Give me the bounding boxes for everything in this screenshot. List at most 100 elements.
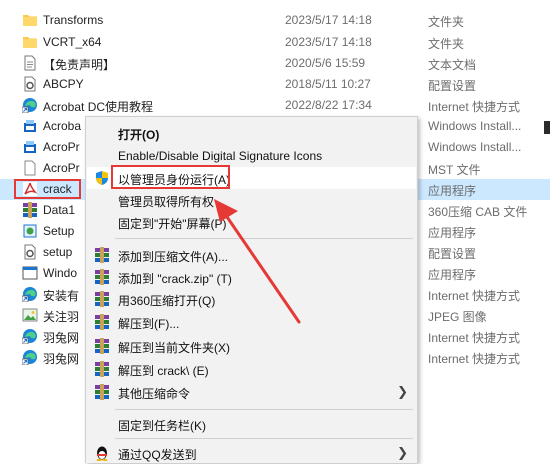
file-type: 360压缩 CAB 文件: [428, 205, 528, 219]
menu-pin-start-label: 固定到"开始"屏幕(P): [118, 217, 227, 231]
chevron-right-icon: ❯: [397, 445, 408, 460]
menu-extract-to[interactable]: 解压到(F)...: [87, 311, 416, 333]
file-row[interactable]: Acrobat DC使用教程 2022/8/22 17:34 Internet 快捷…: [0, 95, 550, 116]
menu-send-qq-label: 通过QQ发送到: [118, 448, 197, 462]
scrollbar-thumb[interactable]: [544, 121, 550, 134]
qq-penguin-icon: [94, 445, 110, 461]
menu-open-360-label: 用360压缩打开(Q): [118, 294, 216, 308]
file-row[interactable]: Transforms 2023/5/17 14:18 文件夹: [0, 10, 550, 31]
menu-signature-label: Enable/Disable Digital Signature Icons: [118, 149, 323, 163]
file-name: 关注羽: [43, 310, 80, 324]
winrar-icon: [94, 384, 110, 400]
menu-pin-start[interactable]: 固定到"开始"屏幕(P): [87, 211, 416, 233]
file-row[interactable]: ABCPY 2018/5/11 10:27 配置设置: [0, 74, 550, 95]
file-name: 羽兔网: [43, 352, 80, 366]
winrar-icon: [94, 338, 110, 354]
chevron-right-icon: ❯: [397, 384, 408, 399]
file-type: 应用程序: [428, 184, 477, 198]
file-name: Transforms: [43, 13, 104, 27]
file-type: 文件夹: [428, 15, 465, 29]
file-name: Setup: [43, 224, 75, 238]
blank-file-icon: [22, 160, 38, 176]
file-row[interactable]: VCRT_x64 2023/5/17 14:18 文件夹: [0, 32, 550, 53]
menu-digital-signature[interactable]: Enable/Disable Digital Signature Icons: [87, 145, 416, 167]
file-name: Data1: [43, 203, 76, 217]
run-as-admin-highlight: [111, 165, 230, 189]
setup-icon: [22, 223, 38, 239]
winrar-icon: [94, 314, 110, 330]
file-type: Internet 快捷方式: [428, 331, 521, 345]
file-type: 配置设置: [428, 247, 477, 261]
windows-app-icon: [22, 265, 38, 281]
file-name: 【免责声明】: [43, 58, 116, 72]
file-date: 2023/5/17 14:18: [285, 35, 372, 49]
edge-shortcut-icon: [21, 97, 38, 114]
menu-add-archive-label: 添加到压缩文件(A)...: [118, 250, 228, 264]
file-date: 2020/5/6 15:59: [285, 56, 366, 70]
menu-open-360[interactable]: 用360压缩打开(Q): [87, 288, 416, 310]
file-name: VCRT_x64: [43, 35, 102, 49]
file-type: 配置设置: [428, 79, 477, 93]
menu-add-archive[interactable]: 添加到压缩文件(A)...: [87, 244, 416, 266]
menu-other-compress-label: 其他压缩命令: [118, 387, 191, 401]
menu-separator: [115, 438, 413, 439]
file-name: Acroba: [43, 119, 82, 133]
menu-separator: [115, 238, 413, 239]
file-type: 文本文档: [428, 58, 477, 72]
edge-shortcut-icon: [21, 328, 38, 345]
menu-take-ownership[interactable]: 管理员取得所有权: [87, 189, 416, 211]
file-name: AcroPr: [43, 161, 80, 175]
winrar-icon: [94, 269, 110, 285]
file-type: Internet 快捷方式: [428, 352, 521, 366]
file-type: Windows Install...: [428, 119, 522, 133]
winrar-icon: [94, 291, 110, 307]
crack-selection-highlight: [14, 179, 81, 199]
file-type: Windows Install...: [428, 140, 522, 154]
menu-pin-taskbar-label: 固定到任务栏(K): [118, 419, 206, 433]
installer-icon: [22, 139, 38, 155]
menu-pin-taskbar[interactable]: 固定到任务栏(K): [87, 413, 416, 435]
edge-shortcut-icon: [21, 349, 38, 366]
file-type: 应用程序: [428, 268, 477, 282]
menu-extract-here[interactable]: 解压到当前文件夹(X): [87, 335, 416, 357]
winrar-icon: [94, 361, 110, 377]
settings-file-icon: [22, 244, 38, 260]
file-name: ABCPY: [43, 77, 84, 91]
folder-icon: [22, 34, 38, 50]
file-name: Windo: [43, 266, 78, 280]
file-row[interactable]: 【免责声明】 2020/5/6 15:59 文本文档: [0, 53, 550, 74]
file-name: Acrobat DC使用教程: [43, 100, 154, 114]
menu-extract-here-label: 解压到当前文件夹(X): [118, 341, 230, 355]
menu-separator: [115, 409, 413, 410]
file-type: 文件夹: [428, 37, 465, 51]
menu-other-compress[interactable]: 其他压缩命令 ❯: [87, 381, 416, 403]
file-name: AcroPr: [43, 140, 80, 154]
file-name: setup: [43, 245, 73, 259]
menu-extract-crack[interactable]: 解压到 crack\ (E): [87, 358, 416, 380]
settings-file-icon: [22, 76, 38, 92]
file-date: 2018/5/11 10:27: [285, 77, 371, 91]
folder-icon: [22, 12, 38, 28]
file-type: Internet 快捷方式: [428, 100, 521, 114]
file-type: Internet 快捷方式: [428, 289, 521, 303]
menu-add-zip[interactable]: 添加到 "crack.zip" (T): [87, 266, 416, 288]
file-type: JPEG 图像: [428, 310, 487, 324]
uac-shield-icon: [94, 170, 110, 186]
menu-open[interactable]: 打开(O): [87, 122, 416, 144]
image-icon: [22, 307, 38, 323]
file-name: 羽兔网: [43, 331, 80, 345]
text-file-icon: [22, 55, 38, 71]
file-date: 2023/5/17 14:18: [285, 13, 372, 27]
file-date: 2022/8/22 17:34: [285, 98, 372, 112]
winrar-icon: [94, 247, 110, 263]
installer-icon: [22, 118, 38, 134]
file-type: 应用程序: [428, 226, 477, 240]
archive-icon: [22, 202, 38, 218]
file-type: MST 文件: [428, 163, 481, 177]
menu-extract-crack-label: 解压到 crack\ (E): [118, 364, 209, 378]
menu-open-label: 打开(O): [118, 128, 160, 142]
file-name: 安装有: [43, 289, 80, 303]
menu-extract-to-label: 解压到(F)...: [118, 317, 180, 331]
menu-add-zip-label: 添加到 "crack.zip" (T): [118, 272, 232, 286]
menu-send-qq[interactable]: 通过QQ发送到 ❯: [87, 442, 416, 464]
